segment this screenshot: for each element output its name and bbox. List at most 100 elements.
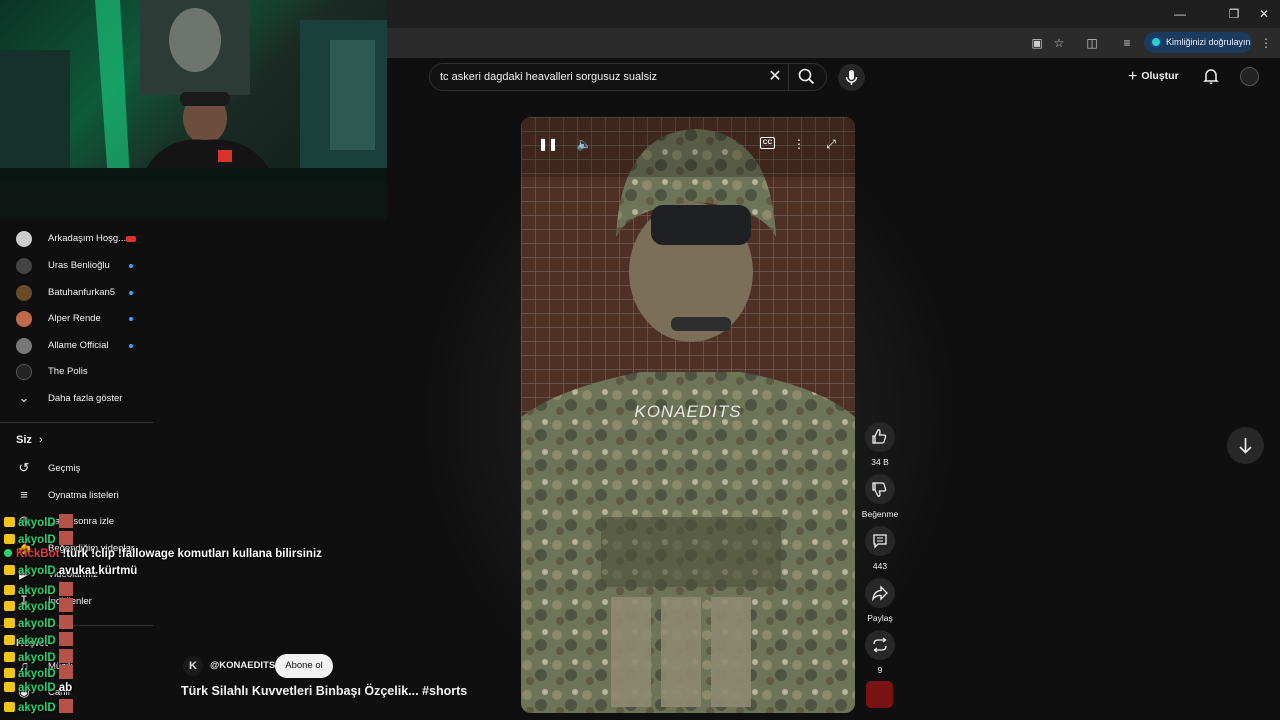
sidebar-item-label: Geçmiş <box>48 463 81 474</box>
share-label: Paylaş <box>867 613 893 623</box>
short-title[interactable]: Türk Silahlı Kuvvetleri Binbaşı Özçelik.… <box>181 684 467 698</box>
chat-username: akyolD <box>18 652 56 664</box>
show-more-button[interactable]: ⌄ Daha fazla göster <box>16 386 156 412</box>
chat-username: akyolD <box>18 565 56 577</box>
remix-count: 9 <box>877 665 883 675</box>
sound-thumbnail[interactable] <box>866 681 893 708</box>
share-button[interactable] <box>865 578 895 608</box>
like-button[interactable] <box>865 422 895 452</box>
sidebar-item-subscription[interactable]: Arkadaşım Hoşg... <box>16 226 156 252</box>
sidebar-item-label: Oynatma listeleri <box>48 490 119 501</box>
chevron-right-icon: › <box>38 434 43 446</box>
chat-emote <box>58 632 73 646</box>
sidebar-item-history[interactable]: ↺ Geçmiş <box>16 456 156 482</box>
chat-username: akyolD <box>18 682 56 694</box>
chat-emote <box>58 531 73 545</box>
sidebar-item-label: Arkadaşım Hoşg... <box>48 233 127 244</box>
channel-avatar <box>16 338 32 354</box>
notifications-bell-icon[interactable] <box>1201 66 1221 86</box>
chat-username: akyolD <box>18 635 56 647</box>
chat-text: ab <box>58 682 73 694</box>
search-icon[interactable] <box>796 66 818 88</box>
comments-button[interactable] <box>865 526 895 556</box>
bookmark-star-icon[interactable]: ☆ <box>1051 35 1067 51</box>
browser-menu-icon[interactable]: ⋮ <box>1258 35 1274 51</box>
sub-badge-icon <box>4 534 15 544</box>
fullscreen-icon[interactable]: ⤢ <box>822 135 840 153</box>
channel-avatar[interactable]: K <box>183 656 203 676</box>
chat-message: akyolD <box>4 649 76 666</box>
close-window-icon[interactable]: ✕ <box>1256 6 1272 22</box>
chat-emote <box>58 699 73 713</box>
sidebar-item-playlists[interactable]: ≡ Oynatma listeleri <box>16 483 156 509</box>
chat-emote <box>58 665 73 679</box>
sidebar-item-label: Batuhanfurkan5 <box>48 287 116 298</box>
sidebar-item-subscription[interactable]: Alper Rende <box>16 306 156 332</box>
chat-message: akyolD <box>4 582 76 599</box>
chat-message: akyolD avukat kürtmü <box>4 565 137 582</box>
channel-avatar <box>16 311 32 327</box>
sidebar-item-label: Allame Official <box>48 340 109 351</box>
sidebar-item-label: The Polis <box>48 366 88 377</box>
minimize-icon[interactable]: — <box>1172 6 1188 22</box>
sub-badge-icon <box>4 585 15 595</box>
webcam-shadow <box>0 180 387 220</box>
sub-badge-icon <box>4 517 15 527</box>
channel-avatar <box>16 258 32 274</box>
next-short-button[interactable] <box>1227 427 1264 464</box>
chat-message: akyolD <box>4 632 76 649</box>
reading-list-icon[interactable]: ≡ <box>1119 35 1135 51</box>
chat-username: akyolD <box>18 534 56 546</box>
chat-message: akyolD <box>4 615 76 632</box>
chat-username: akyolD <box>18 668 56 680</box>
search-input[interactable]: tc askeri dagdaki heavalleri sorgusuz su… <box>440 63 657 91</box>
chat-username: akyolD <box>18 618 56 630</box>
microphone-icon[interactable] <box>838 64 865 91</box>
sidebar-item-subscription[interactable]: The Polis <box>16 359 156 385</box>
volume-icon[interactable]: 🔈 <box>575 135 593 153</box>
bot-badge-icon <box>4 549 12 557</box>
pause-icon[interactable]: ❚❚ <box>538 135 558 153</box>
account-avatar[interactable] <box>1240 67 1259 86</box>
sub-badge-icon <box>4 618 15 628</box>
channel-avatar <box>16 364 32 380</box>
new-content-dot <box>129 291 133 295</box>
chat-message: akyolD <box>4 514 76 531</box>
chat-message: akyolD <box>4 531 76 548</box>
chevron-down-icon: ⌄ <box>18 390 30 405</box>
show-more-label: Daha fazla göster <box>48 393 123 404</box>
channel-avatar <box>16 231 32 247</box>
captions-icon[interactable]: CC <box>760 137 775 149</box>
sub-badge-icon <box>4 652 15 662</box>
create-button[interactable]: + Oluştur <box>1128 66 1179 86</box>
sub-badge-icon <box>4 668 15 678</box>
chat-message: KickBot !türk !clip !fallowage komutları … <box>4 548 322 565</box>
chat-emote <box>58 514 73 528</box>
clear-search-icon[interactable]: ✕ <box>765 67 785 87</box>
extensions-icon[interactable]: ◫ <box>1084 35 1100 51</box>
channel-name[interactable]: @KONAEDITS <box>210 656 275 676</box>
new-content-dot <box>129 264 133 268</box>
chat-emote <box>58 649 73 663</box>
sidebar-item-subscription[interactable]: Allame Official <box>16 333 156 359</box>
subscribe-button[interactable]: Abone ol <box>275 654 333 678</box>
chat-emote <box>58 582 73 596</box>
dislike-button[interactable] <box>865 474 895 504</box>
dislike-label: Beğenme <box>861 509 899 519</box>
sub-badge-icon <box>4 635 15 645</box>
you-section-header[interactable]: Siz › <box>16 434 43 446</box>
more-options-icon[interactable]: ⋮ <box>790 135 808 153</box>
sub-badge-icon <box>4 601 15 611</box>
live-icon <box>126 236 136 242</box>
channel-avatar <box>16 285 32 301</box>
sidebar-item-subscription[interactable]: Batuhanfurkan5 <box>16 280 156 306</box>
chat-message: akyolD <box>4 699 76 716</box>
install-app-icon[interactable]: ▣ <box>1029 35 1045 51</box>
remix-button[interactable] <box>865 630 895 660</box>
you-label: Siz <box>16 434 32 446</box>
chat-message: akyolD <box>4 665 76 682</box>
sidebar-item-subscription[interactable]: Uras Benlioğlu <box>16 253 156 279</box>
sidebar-divider <box>0 422 153 423</box>
restore-icon[interactable]: ❐ <box>1226 6 1242 22</box>
plus-icon: + <box>1128 68 1138 85</box>
